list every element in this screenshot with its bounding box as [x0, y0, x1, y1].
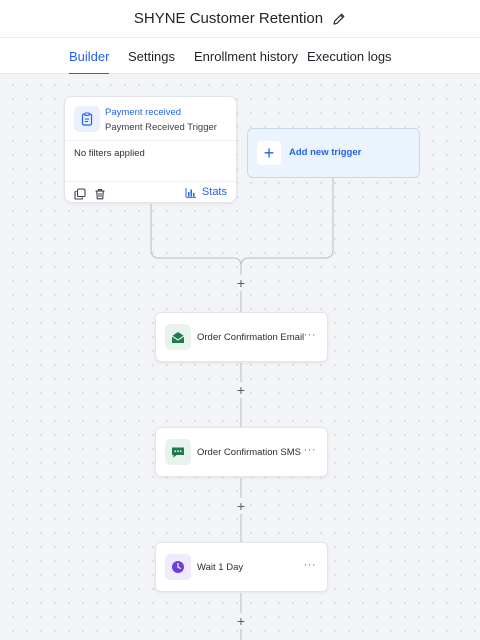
clipboard-icon	[74, 106, 100, 132]
trigger-subtitle: Payment Received Trigger	[105, 122, 217, 133]
stats-label: Stats	[201, 186, 227, 198]
copy-icon[interactable]	[74, 187, 86, 200]
workflow-canvas[interactable]: Payment received Payment Received Trigge…	[0, 74, 480, 640]
step-card-email[interactable]: Order Confirmation Email ···	[155, 312, 328, 362]
tab-settings[interactable]: Settings	[128, 38, 175, 74]
step-card-wait[interactable]: Wait 1 Day ···	[155, 542, 328, 592]
tab-enrollment-history[interactable]: Enrollment history	[194, 38, 298, 74]
plus-icon: +	[257, 141, 281, 165]
pencil-icon[interactable]	[332, 12, 346, 26]
bar-chart-icon	[185, 187, 196, 198]
add-step-button[interactable]: +	[233, 613, 249, 629]
add-step-button[interactable]: +	[233, 382, 249, 398]
add-step-button[interactable]: +	[233, 275, 249, 291]
step-menu-icon[interactable]: ···	[304, 444, 317, 456]
clock-icon	[165, 554, 191, 580]
trigger-card-footer: Stats	[65, 181, 236, 203]
add-trigger-label: Add new trigger	[289, 147, 362, 158]
add-trigger-button[interactable]: + Add new trigger	[247, 128, 420, 178]
workflow-title: SHYNE Customer Retention	[133, 10, 324, 27]
tab-builder[interactable]: Builder	[69, 38, 110, 75]
tab-execution-logs[interactable]: Execution logs	[307, 38, 392, 74]
workflow-header: SHYNE Customer Retention	[0, 0, 480, 38]
step-label: Order Confirmation SMS	[197, 447, 302, 458]
step-menu-icon[interactable]: ···	[304, 559, 317, 571]
trigger-card-header: Payment received Payment Received Trigge…	[65, 97, 236, 141]
sms-icon	[165, 439, 191, 465]
tab-bar: Builder Settings Enrollment history Exec…	[0, 38, 480, 75]
step-label: Order Confirmation Email	[197, 332, 305, 343]
add-step-button[interactable]: +	[233, 498, 249, 514]
step-card-sms[interactable]: Order Confirmation SMS ···	[155, 427, 328, 477]
trigger-title[interactable]: Payment received	[105, 107, 181, 118]
stats-button[interactable]: Stats	[185, 186, 227, 198]
step-label: Wait 1 Day	[197, 562, 244, 573]
trigger-card[interactable]: Payment received Payment Received Trigge…	[64, 96, 237, 203]
step-menu-icon[interactable]: ···	[304, 329, 317, 341]
email-icon	[165, 324, 191, 350]
trash-icon[interactable]	[94, 187, 106, 200]
trigger-filters: No filters applied	[74, 148, 145, 159]
